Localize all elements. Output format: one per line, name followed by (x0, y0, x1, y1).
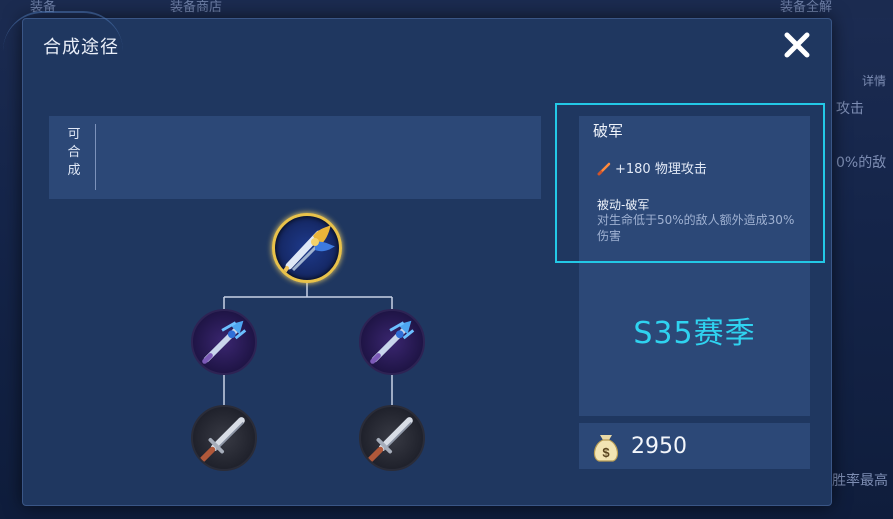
bg-winrate: 胜率最高 (832, 473, 888, 489)
broken-army-blade-icon (281, 224, 335, 276)
price-value: 2950 (631, 433, 687, 459)
craftable-char: 合 (67, 145, 81, 160)
gold-bag-icon: $ (593, 435, 619, 462)
root-item-node[interactable] (272, 213, 342, 283)
bg-tab-shop: 装备商店 (170, 0, 223, 15)
craftable-label: 可 合 成 (63, 126, 85, 180)
craftable-char: 可 (67, 127, 81, 142)
component-node-right[interactable] (359, 309, 425, 375)
item-highlight-frame (555, 103, 825, 263)
base-node-right[interactable] (359, 405, 425, 471)
iron-sword-icon (199, 417, 245, 463)
close-icon (784, 32, 810, 58)
close-button[interactable] (779, 27, 815, 63)
bg-tab-all: 装备全解 (780, 0, 833, 15)
craftable-char: 成 (67, 163, 81, 178)
blue-trident-icon (370, 320, 415, 364)
price-panel: $ 2950 (579, 423, 810, 469)
craftable-strip: 可 合 成 (49, 116, 541, 199)
component-node-left[interactable] (191, 309, 257, 375)
blue-trident-icon (202, 320, 247, 364)
base-node-left[interactable] (191, 405, 257, 471)
season-label: S35赛季 (633, 316, 756, 351)
synthesis-path-dialog: 合成途径 可 合 成 破军 +180 物理攻击 被动-破军 对生命低于50%的敌… (3, 11, 832, 506)
svg-text:$: $ (602, 445, 610, 460)
bg-attack: 攻击 (836, 101, 864, 117)
background-topbar (0, 0, 893, 18)
dialog-title: 合成途径 (43, 37, 119, 58)
iron-sword-icon (367, 417, 413, 463)
bg-detail: 详情 (862, 74, 887, 88)
bg-enemy: 0%的敌 (836, 155, 887, 171)
craftable-divider (95, 124, 96, 190)
